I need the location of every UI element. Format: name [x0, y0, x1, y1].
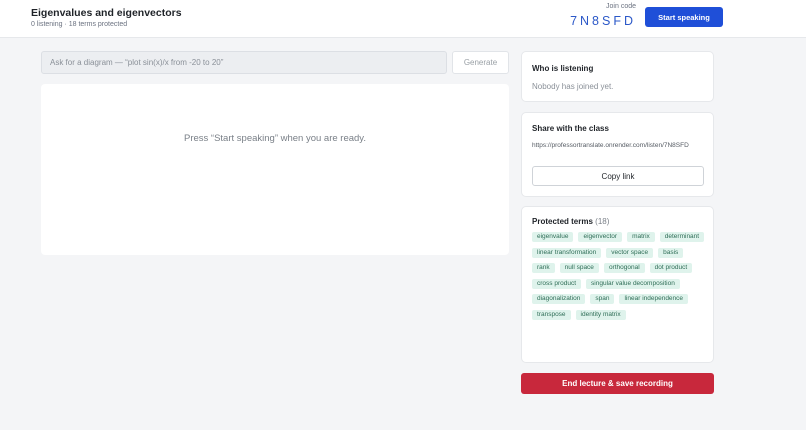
- join-code-label: Join code: [606, 3, 636, 10]
- lecture-stats: 0 listening · 18 terms protected: [31, 21, 128, 28]
- top-bar: Eigenvalues and eigenvectors 0 listening…: [0, 0, 806, 38]
- term-chip: span: [590, 294, 615, 304]
- term-chip: rank: [532, 263, 555, 273]
- terms-list: eigenvalue eigenvector matrix determinan…: [532, 232, 708, 320]
- protected-terms-count: (18): [595, 217, 610, 226]
- protected-terms-card: Protected terms (18) eigenvalue eigenvec…: [521, 206, 714, 363]
- share-card: Share with the class https://professortr…: [521, 112, 714, 197]
- term-chip: matrix: [627, 232, 655, 242]
- term-chip: cross product: [532, 278, 582, 289]
- lecture-title: Eigenvalues and eigenvectors: [31, 7, 182, 19]
- term-chip: basis: [658, 247, 684, 258]
- protected-terms-title: Protected terms (18): [532, 217, 609, 226]
- term-chip: linear transformation: [532, 247, 602, 258]
- share-url: https://professortranslate.onrender.com/…: [532, 142, 689, 149]
- copy-link-button[interactable]: Copy link: [532, 166, 704, 186]
- term-chip: eigenvector: [578, 232, 623, 242]
- listeners-card: Who is listening Nobody has joined yet.: [521, 51, 714, 102]
- listeners-empty-text: Nobody has joined yet.: [532, 82, 614, 91]
- listeners-title: Who is listening: [532, 64, 594, 73]
- generate-button[interactable]: Generate: [452, 51, 509, 74]
- protected-terms-title-text: Protected terms: [532, 217, 593, 226]
- term-chip: orthogonal: [603, 263, 645, 273]
- term-chip: identity matrix: [575, 309, 626, 320]
- canvas-hint: Press “Start speaking” when you are read…: [184, 133, 366, 144]
- start-speaking-button[interactable]: Start speaking: [645, 7, 723, 27]
- term-chip: linear independence: [619, 294, 689, 304]
- term-chip: singular value decomposition: [586, 278, 680, 289]
- term-chip: transpose: [532, 309, 571, 320]
- join-code: 7N8SFD: [570, 14, 636, 28]
- term-chip: determinant: [659, 232, 705, 242]
- term-chip: vector space: [606, 247, 654, 258]
- share-title: Share with the class: [532, 124, 609, 133]
- diagram-prompt-input[interactable]: [41, 51, 447, 74]
- term-chip: dot product: [649, 263, 693, 273]
- end-lecture-button[interactable]: End lecture & save recording: [521, 373, 714, 394]
- diagram-canvas: Press “Start speaking” when you are read…: [41, 84, 509, 255]
- term-chip: null space: [559, 263, 599, 273]
- term-chip: eigenvalue: [532, 232, 574, 242]
- term-chip: diagonalization: [532, 294, 586, 304]
